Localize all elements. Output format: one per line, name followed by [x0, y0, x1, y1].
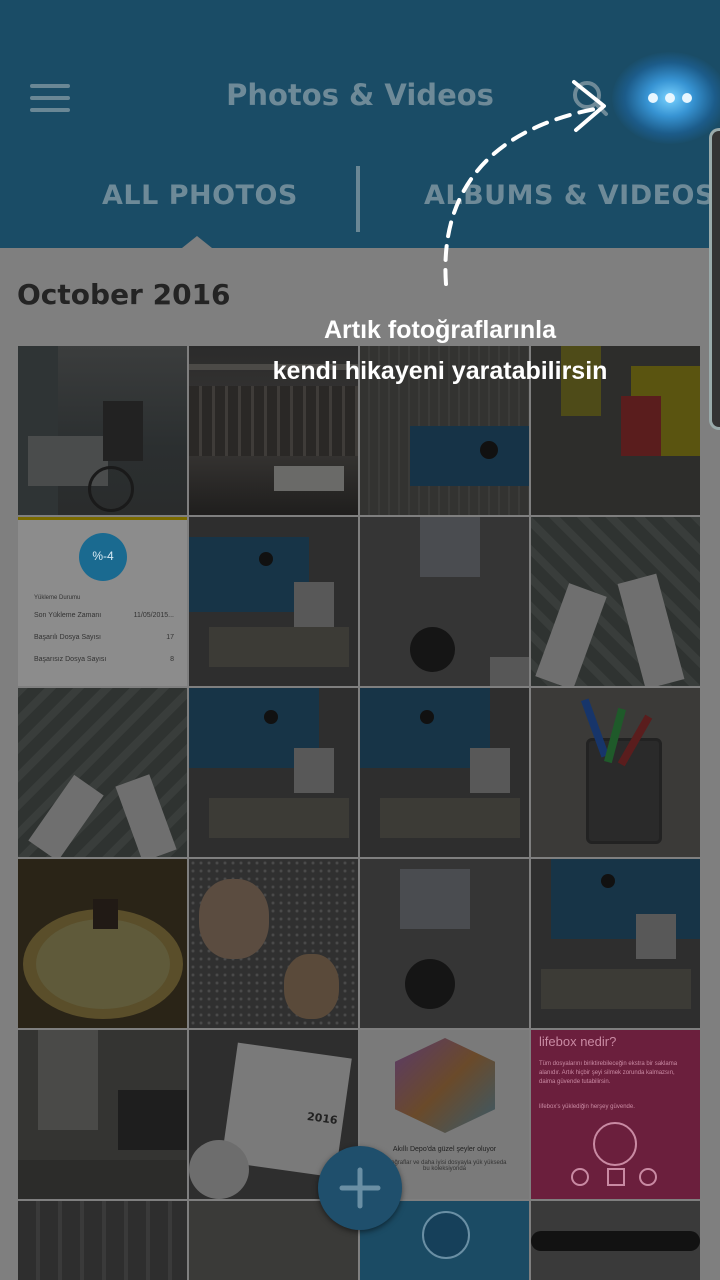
tooltip-line-2: kendi hikayeni yaratabilirsin — [272, 357, 608, 385]
photo-gallery: October 2016 %-4 Yükleme Durumu Son Yükl… — [0, 248, 720, 1280]
add-button[interactable] — [318, 1146, 402, 1230]
photo-thumbnail[interactable] — [531, 1201, 700, 1280]
photo-thumbnail[interactable] — [360, 517, 529, 686]
upload-stat-row: Başarısız Dosya Sayısı 8 — [34, 656, 174, 663]
upload-percent: %-4 — [92, 549, 114, 563]
photo-thumbnail[interactable] — [18, 1201, 187, 1280]
lifebox-info-card[interactable]: lifebox nedir? Tüm dosyalarını biriktire… — [531, 1030, 700, 1199]
plus-icon — [339, 1167, 381, 1209]
photo-thumbnail[interactable] — [531, 859, 700, 1028]
photo-thumbnail[interactable] — [360, 688, 529, 857]
photo-thumbnail[interactable] — [360, 859, 529, 1028]
photo-thumbnail[interactable] — [18, 688, 187, 857]
lifebox-body: Tüm dosyalarını biriktirebileceğin ekstr… — [539, 1061, 678, 1085]
upload-status-card[interactable]: %-4 Yükleme Durumu Son Yükleme Zamanı 11/… — [18, 517, 187, 686]
upload-heading: Yükleme Durumu — [34, 595, 81, 601]
promo-subcaption: Fotoğraflar ve daha iyisi dosyayla yük y… — [382, 1160, 507, 1172]
photo-thumbnail[interactable] — [18, 859, 187, 1028]
lifebox-footer: lifebox's yüklediğin herşey güvende. — [539, 1104, 635, 1110]
promo-caption: Akıllı Depo'da güzel şeyler oluyor — [392, 1146, 497, 1153]
upload-stat-row: Son Yükleme Zamanı 11/05/2015... — [34, 612, 174, 619]
photo-thumbnail[interactable] — [189, 517, 358, 686]
upload-stat-row: Başarılı Dosya Sayısı 17 — [34, 634, 174, 641]
coach-tooltip: Artık fotoğraflarınla kendi hikayeni yar… — [200, 310, 680, 392]
photo-thumbnail[interactable] — [531, 517, 700, 686]
photo-thumbnail[interactable] — [531, 688, 700, 857]
app-screen: Photos & Videos ALL PHOTOS ALBUMS & VIDE… — [0, 0, 720, 1280]
lifebox-title: lifebox nedir? — [539, 1034, 617, 1049]
photo-thumbnail[interactable] — [18, 1030, 187, 1199]
tooltip-line-1: Artık fotoğraflarınla — [324, 316, 556, 344]
photo-thumbnail[interactable] — [189, 859, 358, 1028]
photo-thumbnail[interactable] — [189, 688, 358, 857]
